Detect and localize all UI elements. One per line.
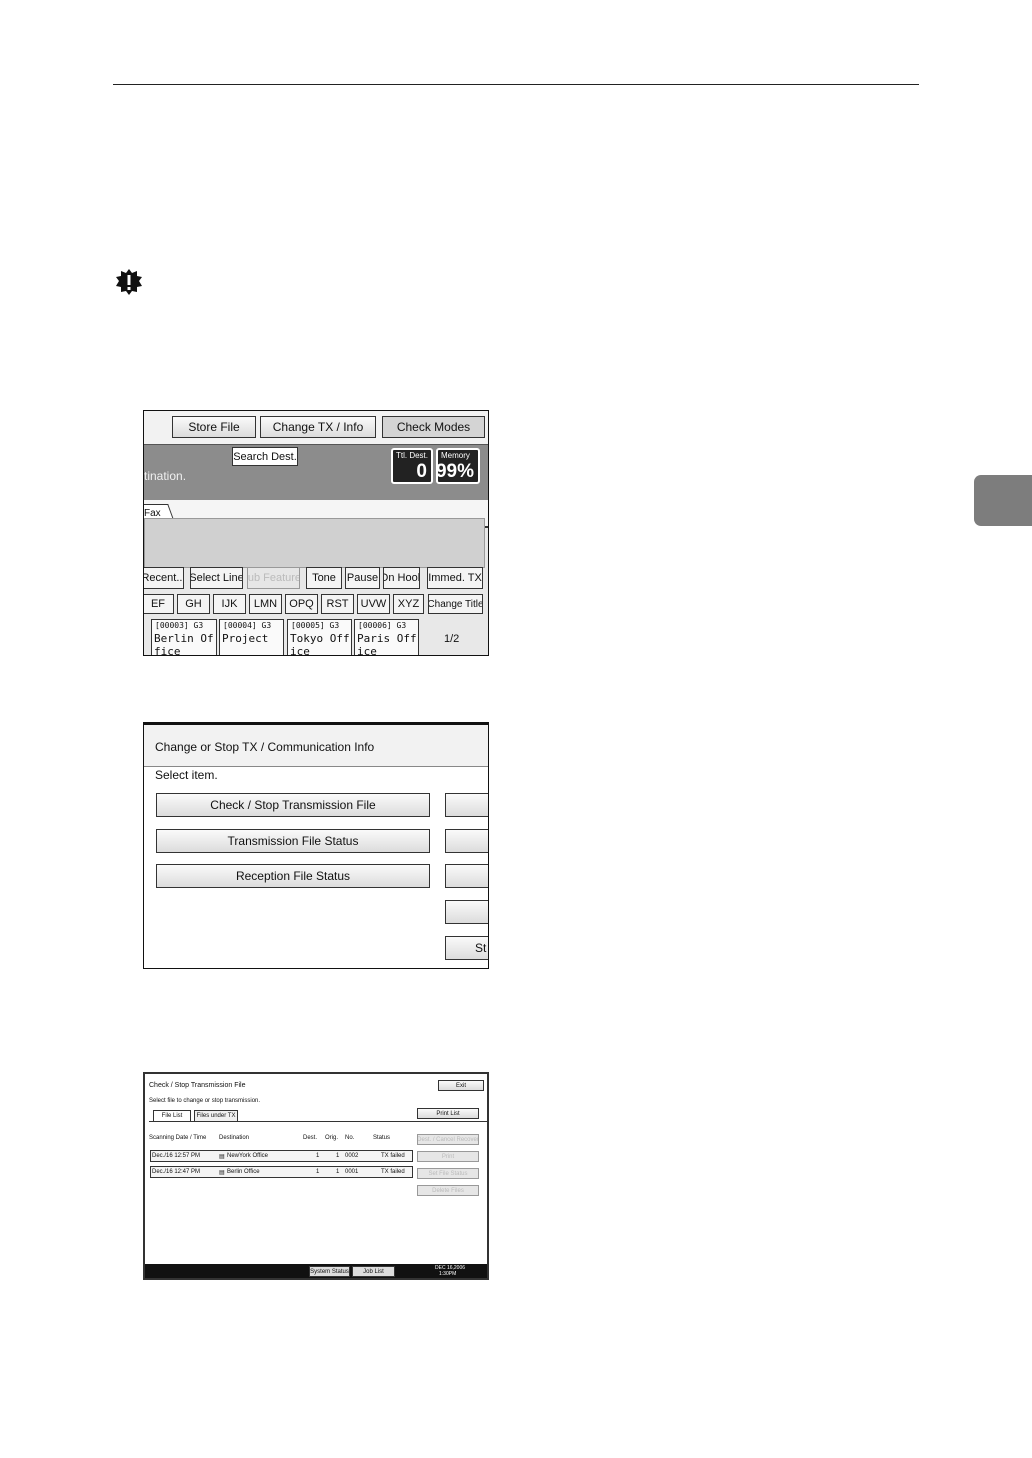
- column-header: Status: [373, 1135, 391, 1141]
- destination-name: Project: [222, 632, 269, 645]
- right-column-button[interactable]: [445, 793, 488, 817]
- destination-key[interactable]: [00003] G3 Berlin Office: [151, 619, 217, 656]
- row-destination: NewYork Office: [227, 1153, 269, 1159]
- destination-key[interactable]: [00004] G3 Project: [219, 619, 284, 655]
- ttl-dest-value: 0: [416, 461, 427, 482]
- column-header: Destination: [219, 1135, 250, 1141]
- select-item-prompt: Select item.: [155, 768, 218, 782]
- screen-title: Change or Stop TX / Communication Info: [155, 740, 375, 754]
- total-destinations-counter: Ttl. Dest. 0: [391, 448, 433, 484]
- tab-files-under-tx[interactable]: Files under TX: [194, 1110, 238, 1121]
- alpha-key-uvw[interactable]: UVW: [357, 594, 390, 614]
- tone-button[interactable]: Tone: [306, 567, 342, 589]
- destination-field[interactable]: [144, 518, 485, 568]
- row-destination: Berlin Office: [227, 1169, 260, 1175]
- job-list-button[interactable]: Job List: [352, 1266, 395, 1277]
- column-header: Dest.: [303, 1135, 318, 1141]
- on-hook-button[interactable]: On Hook: [383, 567, 420, 589]
- alpha-key-gh[interactable]: GH: [177, 594, 210, 614]
- dest-cancel-recover-button[interactable]: Dest. / Cancel Recover: [417, 1134, 479, 1145]
- immed-tx-button[interactable]: Immed. TX: [427, 567, 483, 589]
- change-title-button[interactable]: Change Title: [428, 594, 483, 614]
- alpha-key-ef[interactable]: EF: [144, 594, 174, 614]
- row-orig-count: 1: [336, 1169, 340, 1175]
- change-tx-info-button[interactable]: Change TX / Info: [260, 416, 376, 438]
- reception-file-status-button[interactable]: Reception File Status: [156, 864, 430, 888]
- select-line-button[interactable]: Select Line: [190, 567, 243, 589]
- ttl-dest-label: Ttl. Dest.: [396, 451, 429, 460]
- search-dest-button[interactable]: Search Dest.: [232, 447, 298, 466]
- destination-name: Paris Office: [357, 632, 417, 656]
- printer-icon: ▤: [219, 1154, 225, 1160]
- right-column-button[interactable]: [445, 864, 488, 888]
- alpha-key-lmn[interactable]: LMN: [249, 594, 282, 614]
- memory-label: Memory: [441, 451, 470, 460]
- destination-code: [00004] G3: [223, 621, 272, 630]
- important-icon: [116, 269, 142, 295]
- screen-title-bar: Change or Stop TX / Communication Info: [144, 725, 488, 767]
- banner-message: tination.: [144, 469, 187, 483]
- system-status-button[interactable]: System Status: [309, 1266, 350, 1277]
- recent-button[interactable]: Recent...: [144, 567, 184, 589]
- right-column-button[interactable]: [445, 829, 488, 853]
- destination-name: Tokyo Office: [290, 632, 350, 656]
- row-status: TX failed: [381, 1169, 405, 1175]
- row-status: TX failed: [381, 1153, 405, 1159]
- header-rule: [113, 84, 919, 85]
- exit-button[interactable]: Exit: [438, 1080, 484, 1091]
- row-number: 0001: [345, 1169, 359, 1175]
- alpha-key-xyz[interactable]: XYZ: [393, 594, 424, 614]
- memory-counter: Memory 99%: [436, 448, 480, 484]
- sub-features-button[interactable]: Sub Features: [247, 567, 300, 589]
- right-column-button[interactable]: St: [445, 936, 488, 960]
- check-stop-transmission-file-button[interactable]: Check / Stop Transmission File: [156, 793, 430, 817]
- column-header: Scanning Date / Time: [149, 1135, 207, 1141]
- screen-title: Check / Stop Transmission File: [149, 1082, 246, 1089]
- row-orig-count: 1: [336, 1153, 340, 1159]
- store-file-button[interactable]: Store File: [172, 416, 256, 438]
- destination-code: [00005] G3: [291, 621, 340, 630]
- column-header: Orig.: [325, 1135, 339, 1141]
- row-time: Dec./16 12:47 PM: [152, 1169, 201, 1175]
- pause-button[interactable]: Pause: [345, 567, 380, 589]
- destination-code: [00006] G3: [358, 621, 407, 630]
- right-column-button[interactable]: [445, 900, 488, 924]
- row-dest-count: 1: [316, 1169, 320, 1175]
- alpha-key-opq[interactable]: OPQ: [285, 594, 318, 614]
- row-time: Dec./16 12:57 PM: [152, 1153, 201, 1159]
- printer-icon: ▤: [219, 1170, 225, 1176]
- print-button[interactable]: Print: [417, 1151, 479, 1162]
- tab-file-list[interactable]: File List: [153, 1110, 191, 1121]
- destination-key[interactable]: [00006] G3 Paris Office: [354, 619, 419, 656]
- check-modes-button[interactable]: Check Modes: [382, 416, 485, 438]
- destination-name: Berlin Office: [154, 632, 214, 656]
- destination-key[interactable]: [00005] G3 Tokyo Office: [287, 619, 352, 656]
- check-stop-transmission-screen: Check / Stop Transmission File Exit Sele…: [143, 1072, 489, 1280]
- column-header: No.: [345, 1135, 355, 1141]
- select-file-prompt: Select file to change or stop transmissi…: [149, 1098, 261, 1104]
- row-dest-count: 1: [316, 1153, 320, 1159]
- clock-time: 1:30PM: [439, 1271, 457, 1277]
- row-number: 0002: [345, 1153, 359, 1159]
- change-stop-tx-screen: Change or Stop TX / Communication Info S…: [143, 722, 489, 969]
- tab-underline: [149, 1121, 487, 1122]
- memory-value: 99%: [435, 461, 474, 482]
- transmission-file-status-button[interactable]: Transmission File Status: [156, 829, 430, 853]
- delete-files-button[interactable]: Delete Files: [417, 1185, 479, 1196]
- table-row[interactable]: Dec./16 12:57 PM ▤ NewYork Office 1 1 00…: [150, 1150, 413, 1162]
- alpha-key-ijk[interactable]: IJK: [213, 594, 246, 614]
- print-list-button[interactable]: Print List: [417, 1108, 479, 1119]
- table-row[interactable]: Dec./16 12:47 PM ▤ Berlin Office 1 1 000…: [150, 1166, 413, 1178]
- chapter-thumb-tab: [974, 475, 1032, 526]
- fax-main-screen: Store File Change TX / Info Check Modes …: [143, 410, 489, 656]
- alpha-key-rst[interactable]: RST: [321, 594, 354, 614]
- destination-code: [00003] G3: [155, 621, 204, 630]
- page-indicator: 1/2: [444, 633, 460, 645]
- set-file-status-button[interactable]: Set File Status: [417, 1168, 479, 1179]
